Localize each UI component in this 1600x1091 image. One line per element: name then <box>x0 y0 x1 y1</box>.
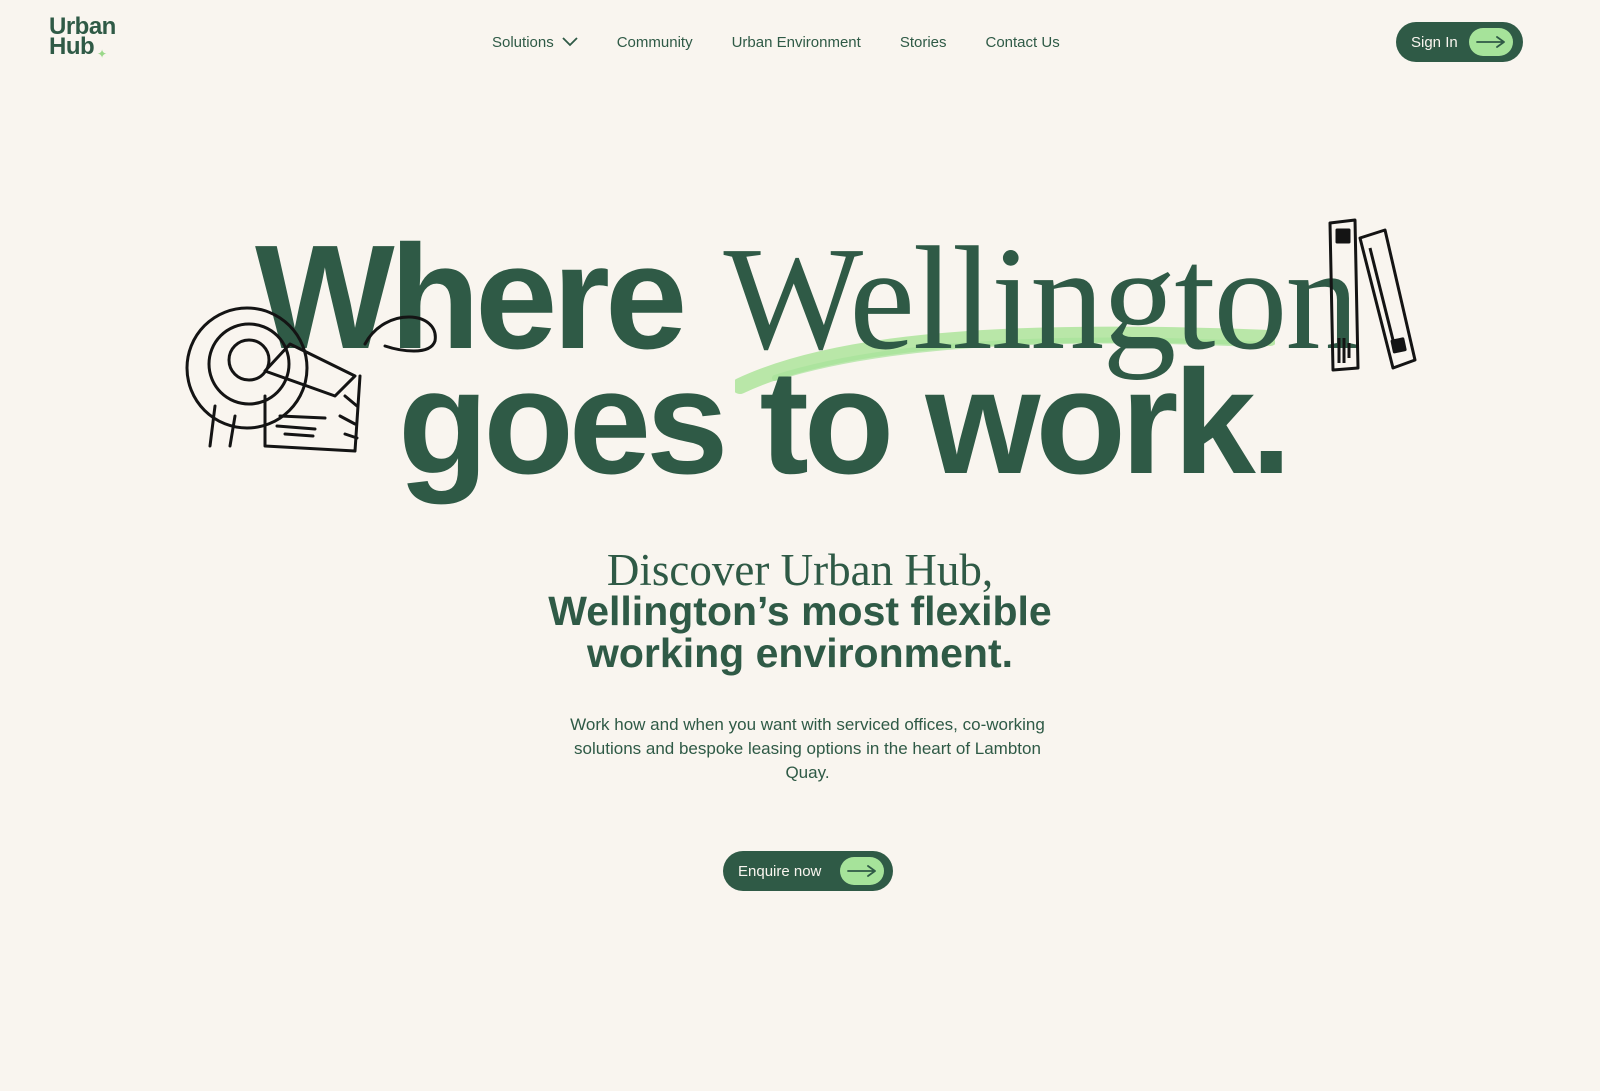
subheading-line3: working environment. <box>587 630 1013 676</box>
nav-item-label: Urban Environment <box>731 33 861 51</box>
nav-item-label: Contact Us <box>985 33 1060 51</box>
arrow-right-icon <box>1469 28 1513 56</box>
intro-paragraph: Work how and when you want with serviced… <box>570 715 1045 782</box>
books-illustration <box>1328 218 1417 372</box>
nav-item-label: Solutions <box>492 33 554 51</box>
enquire-now-button[interactable]: Enquire now <box>723 851 893 891</box>
nav-item-contact-us[interactable]: Contact Us <box>986 34 1060 51</box>
sign-in-label: Sign In <box>1411 33 1458 51</box>
nav-item-label: Stories <box>899 33 947 51</box>
arrow-right-icon <box>840 857 884 885</box>
nav-item-community[interactable]: Community <box>617 34 693 51</box>
hero-headline-line2: goes to work. <box>398 340 1292 505</box>
enquire-now-label: Enquire now <box>738 862 822 880</box>
logo-star-icon: ✦ <box>97 47 108 61</box>
site-header: Urban Hub ✦ Solutions Community Urban En… <box>0 0 1600 84</box>
subheading-line2: Wellington’s most flexible <box>548 588 1052 634</box>
nav-item-stories[interactable]: Stories <box>900 34 947 51</box>
chevron-down-icon <box>562 37 578 47</box>
main-nav: Solutions Community Urban Environment St… <box>492 30 1099 54</box>
nav-item-label: Community <box>616 33 693 51</box>
logo-text-hub: Hub <box>49 33 95 60</box>
nav-item-solutions[interactable]: Solutions <box>492 34 578 51</box>
nav-item-urban-environment[interactable]: Urban Environment <box>732 34 861 51</box>
tape-dispenser-illustration <box>185 306 437 453</box>
logo[interactable]: Urban Hub ✦ <box>49 15 129 62</box>
sign-in-button[interactable]: Sign In <box>1396 22 1523 62</box>
